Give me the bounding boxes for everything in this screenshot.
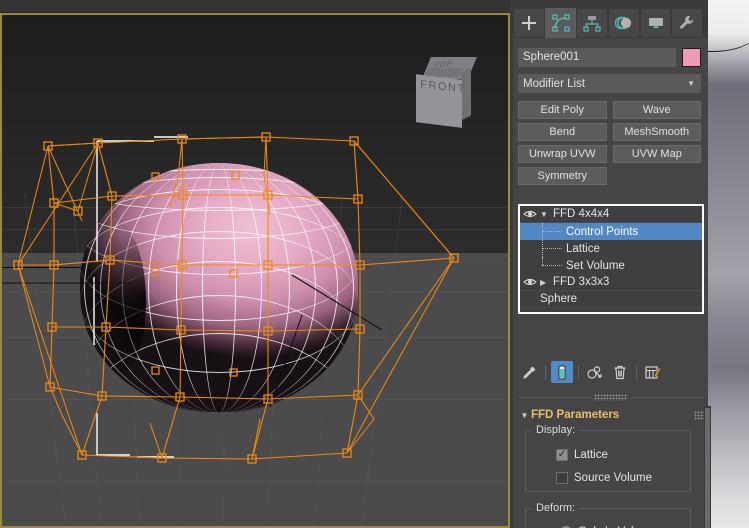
- remove-modifier-icon[interactable]: [609, 361, 631, 383]
- lattice-edges: [17, 136, 455, 460]
- rollout-title: FFD Parameters: [531, 409, 620, 421]
- display-monitor-icon: [648, 18, 663, 28]
- modifier-stack-toolbar: [518, 360, 704, 384]
- lattice-checkbox[interactable]: ✓: [556, 449, 568, 461]
- rollout-caret-icon[interactable]: ▼: [518, 411, 531, 420]
- ffd-parameters-rollout-header[interactable]: ▼ FFD Parameters: [518, 406, 704, 424]
- make-unique-icon[interactable]: [584, 361, 606, 383]
- configure-modifier-sets-icon[interactable]: [642, 361, 664, 383]
- wrench-icon: [680, 15, 694, 29]
- chevron-down-icon: ▼: [687, 79, 695, 88]
- tree-branch-icon: [542, 257, 564, 274]
- stack-row-ffd-4x4x4[interactable]: ▼ FFD 4x4x4: [520, 206, 702, 223]
- ffd-lattice[interactable]: [2, 15, 510, 528]
- stack-row-sphere-base[interactable]: Sphere: [520, 291, 702, 308]
- stack-subrow-set-volume[interactable]: Set Volume: [520, 257, 702, 274]
- photo-curve: [708, 12, 749, 52]
- eye-icon[interactable]: [520, 277, 540, 287]
- display-tab[interactable]: [639, 8, 672, 38]
- source-volume-checkbox-label: Source Volume: [574, 472, 652, 484]
- stack-subrow-label: Lattice: [566, 242, 600, 255]
- modifier-button-wave[interactable]: Wave: [612, 101, 701, 119]
- motion-circles-icon: [614, 16, 632, 30]
- toolbar-divider: [636, 364, 637, 380]
- modifier-button-bend[interactable]: Bend: [518, 123, 607, 141]
- display-group-title: Display:: [532, 424, 580, 436]
- app-root: TOP FRONT Sphere001 Modifier List ▼ Edit…: [0, 0, 749, 528]
- scrollbar-thumb[interactable]: [705, 408, 710, 528]
- desktop-background-photo: [708, 0, 749, 528]
- modifier-list-dropdown[interactable]: Modifier List ▼: [518, 74, 701, 93]
- hierarchy-icon: [583, 16, 601, 32]
- command-panel: Modifier List ▼ Edit Poly Wave Bend Mesh…: [510, 0, 711, 528]
- command-panel-tabs: [513, 8, 704, 38]
- create-tab[interactable]: [513, 8, 545, 38]
- plus-icon: [521, 16, 536, 30]
- stack-subrow-label: Control Points: [566, 225, 639, 238]
- toolbar-divider: [545, 364, 546, 380]
- modify-curve-icon: [551, 14, 570, 32]
- deform-group: Deform:: [525, 502, 691, 528]
- utilities-tab[interactable]: [671, 8, 704, 38]
- source-volume-checkbox-row[interactable]: Source Volume: [556, 472, 652, 484]
- modifier-button-uvw-map[interactable]: UVW Map: [612, 145, 701, 163]
- stack-subrow-control-points[interactable]: Control Points: [520, 223, 702, 240]
- show-end-result-icon[interactable]: [551, 361, 573, 383]
- lattice-checkbox-row[interactable]: ✓ Lattice: [556, 449, 608, 461]
- deform-group-title: Deform:: [532, 502, 580, 514]
- viewport[interactable]: TOP FRONT: [0, 13, 510, 528]
- modifier-button-meshsmooth[interactable]: MeshSmooth: [612, 123, 701, 141]
- expand-triangle-icon[interactable]: ▶: [540, 278, 553, 287]
- tree-branch-icon: [542, 240, 564, 257]
- modifier-button-symmetry[interactable]: Symmetry: [518, 167, 607, 185]
- command-panel-body: Modifier List ▼ Edit Poly Wave Bend Mesh…: [513, 38, 711, 528]
- command-panel-scrollbar[interactable]: [704, 406, 711, 528]
- stack-row-label: Sphere: [540, 293, 578, 305]
- lattice-checkbox-label: Lattice: [574, 449, 608, 461]
- modifier-button-grid: Edit Poly Wave Bend MeshSmooth Unwrap UV…: [518, 101, 701, 185]
- stack-row-label: FFD 3x3x3: [553, 276, 610, 288]
- rollout-grip-icon[interactable]: [694, 410, 704, 420]
- source-volume-checkbox[interactable]: [556, 472, 568, 484]
- modifier-list-label: Modifier List: [523, 77, 585, 90]
- modifier-stack[interactable]: ▼ FFD 4x4x4 Control Points Lattice Set V…: [518, 204, 704, 314]
- modifier-button-unwrap-uvw[interactable]: Unwrap UVW: [518, 145, 607, 163]
- modify-tab[interactable]: [544, 8, 577, 38]
- pin-stack-icon[interactable]: [518, 361, 540, 383]
- toolbar-divider: [578, 364, 579, 380]
- object-name-input[interactable]: [518, 48, 676, 67]
- stack-row-label: FFD 4x4x4: [553, 208, 610, 220]
- control-points: [13, 132, 459, 464]
- modifier-button-edit-poly[interactable]: Edit Poly: [518, 101, 607, 119]
- stack-row-ffd-3x3x3[interactable]: ▶ FFD 3x3x3: [520, 274, 702, 291]
- grip-dots-icon[interactable]: [594, 394, 628, 401]
- stack-subrow-label: Set Volume: [566, 259, 625, 272]
- hierarchy-tab[interactable]: [576, 8, 609, 38]
- expand-triangle-icon[interactable]: ▼: [540, 210, 553, 219]
- object-color-swatch[interactable]: [682, 48, 701, 67]
- eye-icon[interactable]: [520, 209, 540, 219]
- tree-branch-icon: [542, 223, 564, 240]
- object-name-row: [518, 48, 701, 67]
- stack-subrow-lattice[interactable]: Lattice: [520, 240, 702, 257]
- rollout-separator: [518, 394, 704, 401]
- motion-tab[interactable]: [608, 8, 640, 38]
